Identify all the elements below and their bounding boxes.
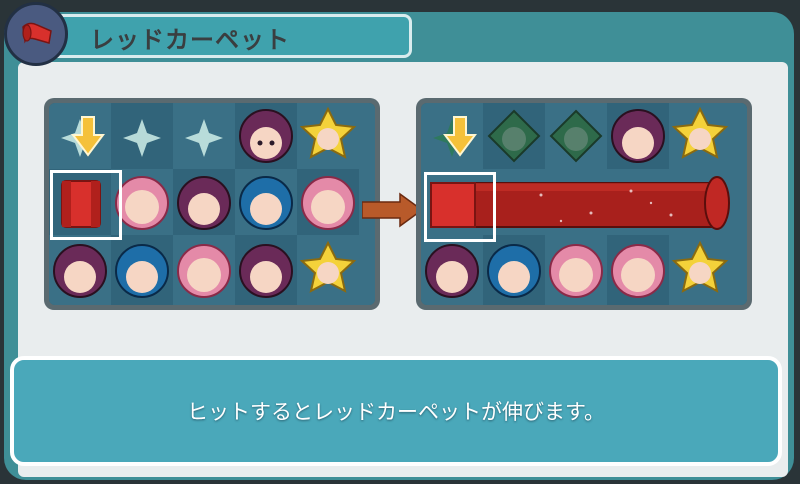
- red-carpet-icon: [4, 2, 68, 66]
- blue-hair-face-icon: [115, 244, 169, 298]
- purple-hair-face-icon: [239, 109, 293, 163]
- purple-hair-face-icon: [611, 109, 665, 163]
- pink-ribbon-face-icon: [549, 244, 603, 298]
- carpet-tile-highlight: [424, 172, 496, 242]
- tutorial-window: レッドカーペット ヒットするとレッドカーペットが伸びます。: [0, 0, 800, 484]
- carpet-tile-highlight: [50, 170, 122, 240]
- right-arrow-icon: [362, 192, 424, 228]
- pink-ribbon-face-icon: [115, 176, 169, 230]
- blue-hair-face-icon: [239, 176, 293, 230]
- after-board: [416, 98, 752, 310]
- page-title: レッドカーペット: [90, 26, 290, 54]
- before-board: [44, 98, 380, 310]
- purple-hair-face-icon: [239, 244, 293, 298]
- pink-ribbon-face-icon: [301, 176, 355, 230]
- pink-ribbon-face-icon: [611, 244, 665, 298]
- pink-ribbon-face-icon: [177, 244, 231, 298]
- blue-hair-face-icon: [487, 244, 541, 298]
- purple-hair-face-icon: [53, 244, 107, 298]
- message-box: ヒットするとレッドカーペットが伸びます。: [10, 356, 782, 466]
- purple-hair-face-icon: [425, 244, 479, 298]
- tutorial-message: ヒットするとレッドカーペットが伸びます。: [187, 400, 605, 424]
- purple-hair-face-icon: [177, 176, 231, 230]
